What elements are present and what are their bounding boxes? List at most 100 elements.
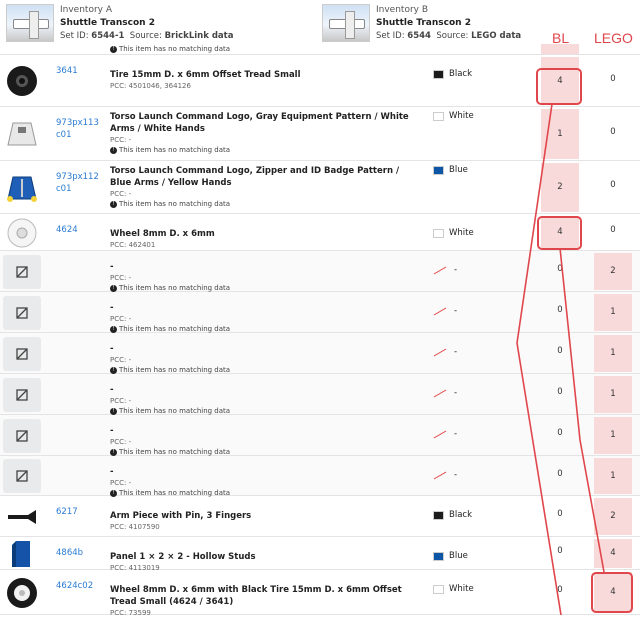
part-thumbnail[interactable] [3, 64, 41, 98]
lego-column-header: LEGO [594, 30, 633, 46]
part-id-link[interactable]: 3641 [56, 65, 102, 77]
part-name: - [110, 262, 114, 272]
part-pcc: PCC: - [110, 397, 132, 405]
lego-quantity: 0 [610, 180, 616, 190]
annotation-highlight-box [537, 216, 582, 250]
bl-quantity: 0 [557, 546, 563, 556]
partial-row-note: ! This item has no matching data [110, 44, 230, 54]
part-description: Wheel 8mm D. x 6mm PCC: 462401 [110, 228, 410, 250]
part-name: - [110, 467, 114, 477]
part-id-link[interactable]: 973px112c01 [56, 171, 102, 195]
table-row[interactable]: 973px112c01 Torso Launch Command Logo, Zi… [0, 161, 640, 214]
table-row[interactable]: 973px113c01 Torso Launch Command Logo, Gr… [0, 107, 640, 161]
part-description: Tire 15mm D. x 6mm Offset Tread Small PCC… [110, 69, 410, 91]
info-icon: ! [110, 325, 117, 333]
inventory-a-name: Shuttle Transcon 2 [60, 18, 155, 28]
info-icon: ! [110, 407, 117, 415]
color-swatch [433, 551, 444, 561]
part-color: Blue [433, 165, 468, 175]
color-name: - [454, 265, 458, 275]
color-swatch [433, 228, 444, 238]
part-id-link[interactable]: 4624c02 [56, 580, 102, 592]
color-name: Blue [449, 165, 468, 175]
part-id-link[interactable]: 4624 [56, 224, 102, 236]
color-swatch [433, 307, 449, 316]
color-name: White [449, 228, 474, 238]
part-description: Torso Launch Command Logo, Gray Equipmen… [110, 111, 410, 155]
set-thumbnail-b[interactable] [322, 4, 370, 42]
part-pcc: PCC: 4107590 [110, 523, 160, 531]
no-image-icon[interactable] [3, 418, 41, 453]
no-image-icon[interactable] [3, 254, 41, 289]
part-color: Black [433, 69, 472, 79]
part-thumbnail[interactable] [3, 216, 41, 250]
part-color: - [433, 388, 457, 398]
table-row[interactable]: 4864b Panel 1 × 2 × 2 - Hollow Studs PCC: … [0, 537, 640, 572]
inventory-b-name: Shuttle Transcon 2 [376, 18, 471, 28]
info-icon: ! [110, 448, 117, 456]
part-thumbnail[interactable] [3, 537, 41, 571]
part-pcc: PCC: - [110, 438, 132, 446]
no-match-note: ! This item has no matching data [110, 145, 410, 155]
color-swatch [433, 348, 449, 357]
table-row[interactable]: - PCC: -! This item has no matching data - 0… [0, 456, 640, 498]
part-color: - [433, 429, 457, 439]
no-image-icon[interactable] [3, 336, 41, 371]
color-swatch [433, 584, 444, 594]
part-id-link[interactable]: 6217 [56, 506, 102, 518]
table-row[interactable]: - PCC: -! This item has no matching data -0… [0, 251, 640, 292]
set-thumbnail-a[interactable] [6, 4, 54, 42]
bl-quantity: 0 [557, 305, 563, 315]
lego-quantity: 4 [594, 539, 632, 568]
inventory-a: Inventory A Shuttle Transcon 2 Set ID: 6… [6, 4, 233, 43]
info-icon: ! [110, 200, 117, 208]
part-description: - PCC: -! This item has no matching data [110, 466, 410, 498]
lego-quantity: 2 [594, 253, 632, 290]
lego-quantity: 1 [594, 417, 632, 454]
part-pcc: PCC: - [110, 274, 132, 282]
partial-row-bl-cell [541, 44, 579, 54]
part-description: Wheel 8mm D. x 6mm with Black Tire 15mm … [110, 584, 410, 618]
table-row[interactable]: - PCC: -! This item has no matching data -0… [0, 415, 640, 456]
no-image-icon[interactable] [3, 459, 41, 493]
lego-quantity: 0 [610, 74, 616, 84]
table-row[interactable]: - PCC: -! This item has no matching data - 0… [0, 374, 640, 415]
color-swatch [433, 266, 449, 275]
part-pcc: PCC: 4501046, 364126 [110, 82, 191, 90]
info-icon: ! [110, 146, 117, 154]
part-color: Black [433, 510, 472, 520]
part-description: - PCC: -! This item has no matching data [110, 302, 410, 334]
lego-quantity: 2 [594, 498, 632, 535]
lego-quantity: 1 [594, 294, 632, 331]
table-row[interactable]: - PCC: -! This item has no matching data -0… [0, 333, 640, 374]
info-icon: ! [110, 284, 117, 292]
table-row[interactable]: 6217 Arm Piece with Pin, 3 Fingers PCC: 41… [0, 496, 640, 537]
color-swatch [433, 165, 444, 175]
part-pcc: PCC: - [110, 190, 132, 198]
part-pcc: PCC: 73599 [110, 609, 151, 617]
bl-quantity: 2 [541, 163, 579, 212]
part-pcc: PCC: 462401 [110, 241, 156, 249]
part-description: - PCC: -! This item has no matching data [110, 384, 410, 416]
color-swatch [433, 111, 444, 121]
part-color: White [433, 111, 474, 121]
color-name: Blue [449, 551, 468, 561]
bl-quantity: 0 [557, 264, 563, 274]
part-thumbnail[interactable] [3, 500, 41, 534]
part-thumbnail[interactable] [3, 576, 41, 610]
part-thumbnail[interactable] [3, 117, 41, 151]
inventory-b-meta: Set ID: 6544 Source: LEGO data [376, 31, 522, 41]
part-thumbnail[interactable] [3, 171, 41, 205]
table-row[interactable]: - PCC: -! This item has no matching data -0… [0, 292, 640, 333]
color-name: Black [449, 510, 472, 520]
no-image-icon[interactable] [3, 377, 41, 412]
no-image-icon[interactable] [3, 295, 41, 330]
part-id-link[interactable]: 4864b [56, 547, 102, 559]
part-name: Torso Launch Command Logo, Gray Equipmen… [110, 112, 409, 134]
bl-quantity: 0 [557, 387, 563, 397]
table-row[interactable]: 4624c02 Wheel 8mm D. x 6mm with Black Tir… [0, 570, 640, 618]
bl-quantity: 0 [557, 469, 563, 479]
part-id-link[interactable]: 973px113c01 [56, 117, 102, 141]
color-swatch [433, 510, 444, 520]
inventory-a-label: Inventory A [60, 5, 113, 15]
